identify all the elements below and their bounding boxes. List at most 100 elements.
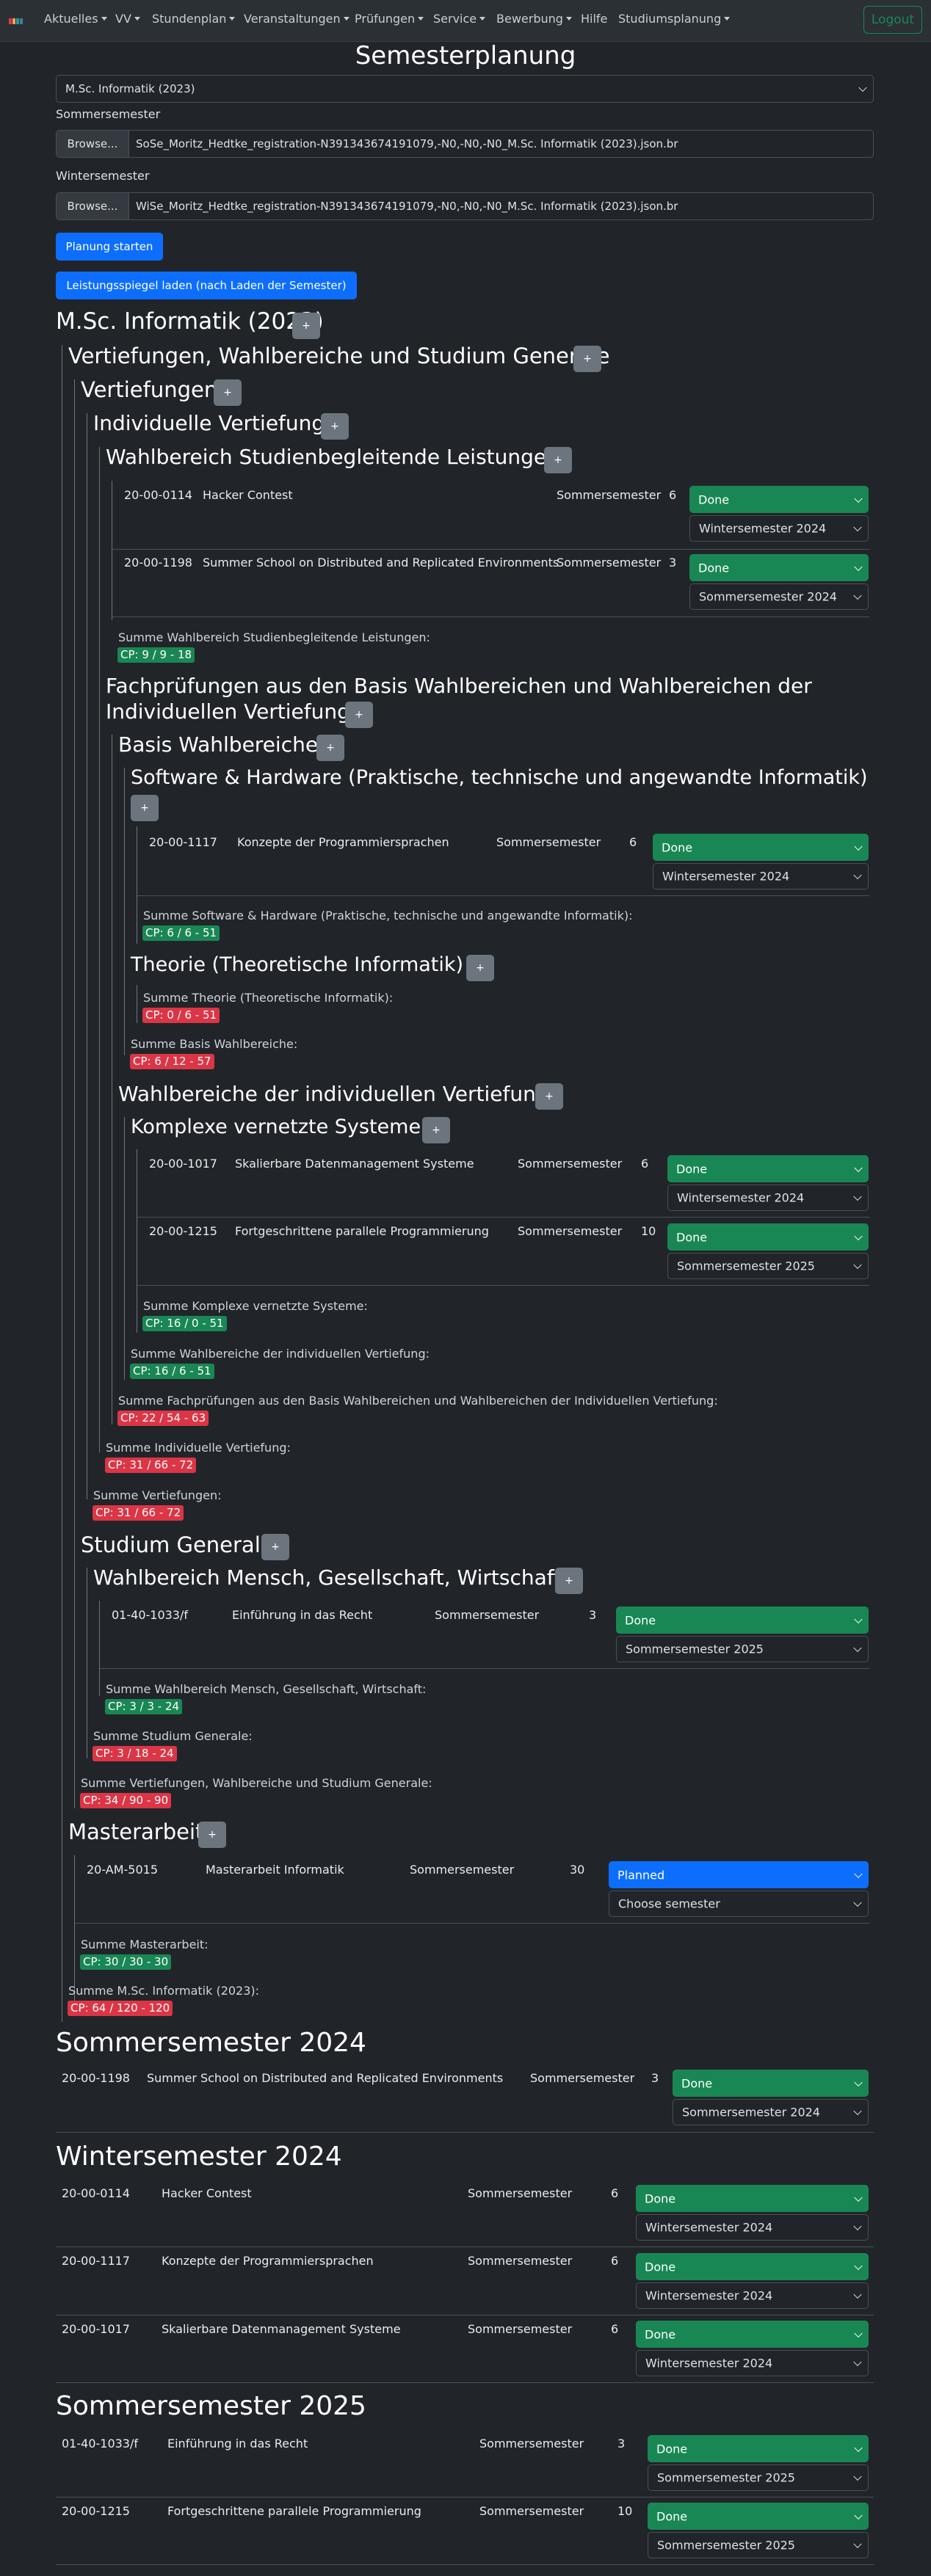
cp-badge: CP: 0 / 6 - 51 <box>142 1008 220 1023</box>
semester-select[interactable]: Wintersemester 2024 <box>689 515 869 542</box>
add-button[interactable]: + <box>345 702 373 728</box>
semester-select[interactable]: Sommersemester 2025 <box>667 1253 869 1279</box>
status-select[interactable]: Planned <box>609 1861 869 1888</box>
semester-select[interactable]: Sommersemester 2025 <box>616 1636 869 1662</box>
tree-line <box>74 379 75 1808</box>
semester-select[interactable]: Wintersemester 2024 <box>667 1185 869 1211</box>
status-select[interactable]: Done <box>689 486 869 513</box>
chevron-down-icon <box>854 842 863 851</box>
status-select[interactable]: Done <box>689 554 869 581</box>
course-term: Sommersemester <box>468 2186 573 2200</box>
nav-vv[interactable]: VV <box>115 12 140 26</box>
logout-button[interactable]: Logout <box>863 6 922 34</box>
course-id: 20-00-1117 <box>62 2254 130 2268</box>
group-title: Studium Generale <box>81 1532 274 1557</box>
sum-label: Summe Wahlbereich Studienbegleitende Lei… <box>118 630 430 644</box>
semester-heading: Sommersemester 2025 <box>56 2391 366 2421</box>
chevron-down-icon <box>854 2261 863 2270</box>
course-name: Skalierbare Datenmanagement Systeme <box>162 2322 401 2336</box>
add-button[interactable]: + <box>422 1117 450 1143</box>
group-title: Basis Wahlbereiche <box>118 732 319 757</box>
logo-icon[interactable] <box>9 18 25 24</box>
course-cp: 6 <box>629 835 637 849</box>
semester-select[interactable]: Wintersemester 2024 <box>636 2350 869 2376</box>
nav-bewerbung[interactable]: Bewerbung <box>496 12 572 26</box>
status-select[interactable]: Done <box>636 2185 869 2212</box>
cp-badge: CP: 16 / 0 - 51 <box>142 1316 227 1331</box>
nav-stundenplan[interactable]: Stundenplan <box>152 12 236 26</box>
add-button[interactable]: + <box>316 735 344 761</box>
add-button[interactable]: + <box>555 1568 583 1594</box>
course-id: 20-00-1017 <box>149 1157 217 1171</box>
tree-root-title: M.Sc. Informatik (2023) <box>56 308 324 335</box>
add-button[interactable]: + <box>535 1083 563 1110</box>
semester-select[interactable]: Wintersemester 2024 <box>653 863 869 889</box>
status-select[interactable]: Done <box>648 2435 869 2462</box>
course-cp: 3 <box>669 556 677 570</box>
course-cp: 6 <box>669 488 677 502</box>
status-select[interactable]: Done <box>667 1155 869 1182</box>
chevron-down-icon <box>853 591 862 600</box>
add-button[interactable]: + <box>292 313 320 339</box>
course-cp: 10 <box>641 1224 656 1238</box>
chevron-down-icon <box>724 17 731 21</box>
course-id: 20-AM-5015 <box>87 1863 159 1877</box>
semester-select[interactable]: Wintersemester 2024 <box>636 2214 869 2241</box>
chevron-down-icon <box>854 2329 863 2337</box>
nav-service[interactable]: Service <box>433 12 486 26</box>
status-select[interactable]: Done <box>673 2070 869 2097</box>
chevron-down-icon <box>479 17 486 21</box>
chevron-down-icon <box>853 1192 862 1201</box>
browse-button[interactable]: Browse... <box>57 193 129 219</box>
add-button[interactable]: + <box>321 413 349 440</box>
course-name: Masterarbeit Informatik <box>206 1863 344 1877</box>
chevron-down-icon <box>853 1260 862 1270</box>
add-button[interactable]: + <box>261 1534 289 1560</box>
course-id: 01-40-1033/f <box>112 1608 189 1622</box>
status-select[interactable]: Done <box>636 2321 869 2348</box>
add-button[interactable]: + <box>544 447 572 473</box>
status-select[interactable]: Done <box>653 834 869 861</box>
course-cp: 10 <box>617 2504 633 2518</box>
cp-badge: CP: 9 / 9 - 18 <box>117 647 195 663</box>
nav-pruefungen[interactable]: Prüfungen <box>355 12 424 26</box>
nav-aktuelles[interactable]: Aktuelles <box>44 12 107 26</box>
chevron-down-icon <box>854 2078 863 2086</box>
chevron-down-icon <box>853 1643 862 1653</box>
semester-select[interactable]: Choose semester <box>609 1891 869 1917</box>
course-id: 20-00-0114 <box>62 2186 130 2200</box>
add-button[interactable]: + <box>214 379 242 406</box>
semester-select[interactable]: Sommersemester 2024 <box>673 2099 869 2125</box>
semester-select[interactable]: Sommersemester 2025 <box>648 2532 869 2558</box>
status-select[interactable]: Done <box>667 1223 869 1251</box>
group-title: Wahlbereiche der individuellen Vertiefun… <box>118 1082 549 1106</box>
course-term: Sommersemester <box>557 556 662 570</box>
course-term: Sommersemester <box>468 2254 573 2268</box>
chevron-down-icon <box>853 2539 862 2549</box>
load-transcript-button[interactable]: Leistungsspiegel laden (nach Laden der S… <box>56 272 357 299</box>
add-button[interactable]: + <box>466 955 494 981</box>
nav-studiumsplanung[interactable]: Studiumsplanung <box>618 12 731 26</box>
status-select[interactable]: Done <box>636 2253 869 2280</box>
nav-hilfe[interactable]: Hilfe <box>581 12 607 26</box>
nav-veranstaltungen[interactable]: Veranstaltungen <box>244 12 349 26</box>
ws-file-input[interactable]: Browse... WiSe_Moritz_Hedtke_registratio… <box>56 192 874 220</box>
semester-select[interactable]: Wintersemester 2024 <box>636 2282 869 2309</box>
status-select[interactable]: Done <box>616 1607 869 1634</box>
add-button[interactable]: + <box>573 346 601 372</box>
semester-select[interactable]: Sommersemester 2024 <box>689 583 869 610</box>
browse-button[interactable]: Browse... <box>57 131 129 157</box>
add-button[interactable]: + <box>198 1822 226 1848</box>
program-select[interactable]: M.Sc. Informatik (2023) <box>56 75 874 103</box>
ss-file-input[interactable]: Browse... SoSe_Moritz_Hedtke_registratio… <box>56 130 874 158</box>
row-divider <box>137 1285 869 1286</box>
start-planning-button[interactable]: Planung starten <box>56 233 163 261</box>
semester-select[interactable]: Sommersemester 2025 <box>648 2464 869 2491</box>
course-name: Einführung in das Recht <box>167 2437 308 2451</box>
add-button[interactable]: + <box>131 795 159 821</box>
chevron-down-icon <box>854 562 863 571</box>
status-select[interactable]: Done <box>648 2503 869 2530</box>
chevron-down-icon <box>858 83 867 92</box>
group-title: Individuelle Vertiefung <box>93 411 325 435</box>
group-title: Komplexe vernetzte Systeme <box>131 1116 421 1138</box>
